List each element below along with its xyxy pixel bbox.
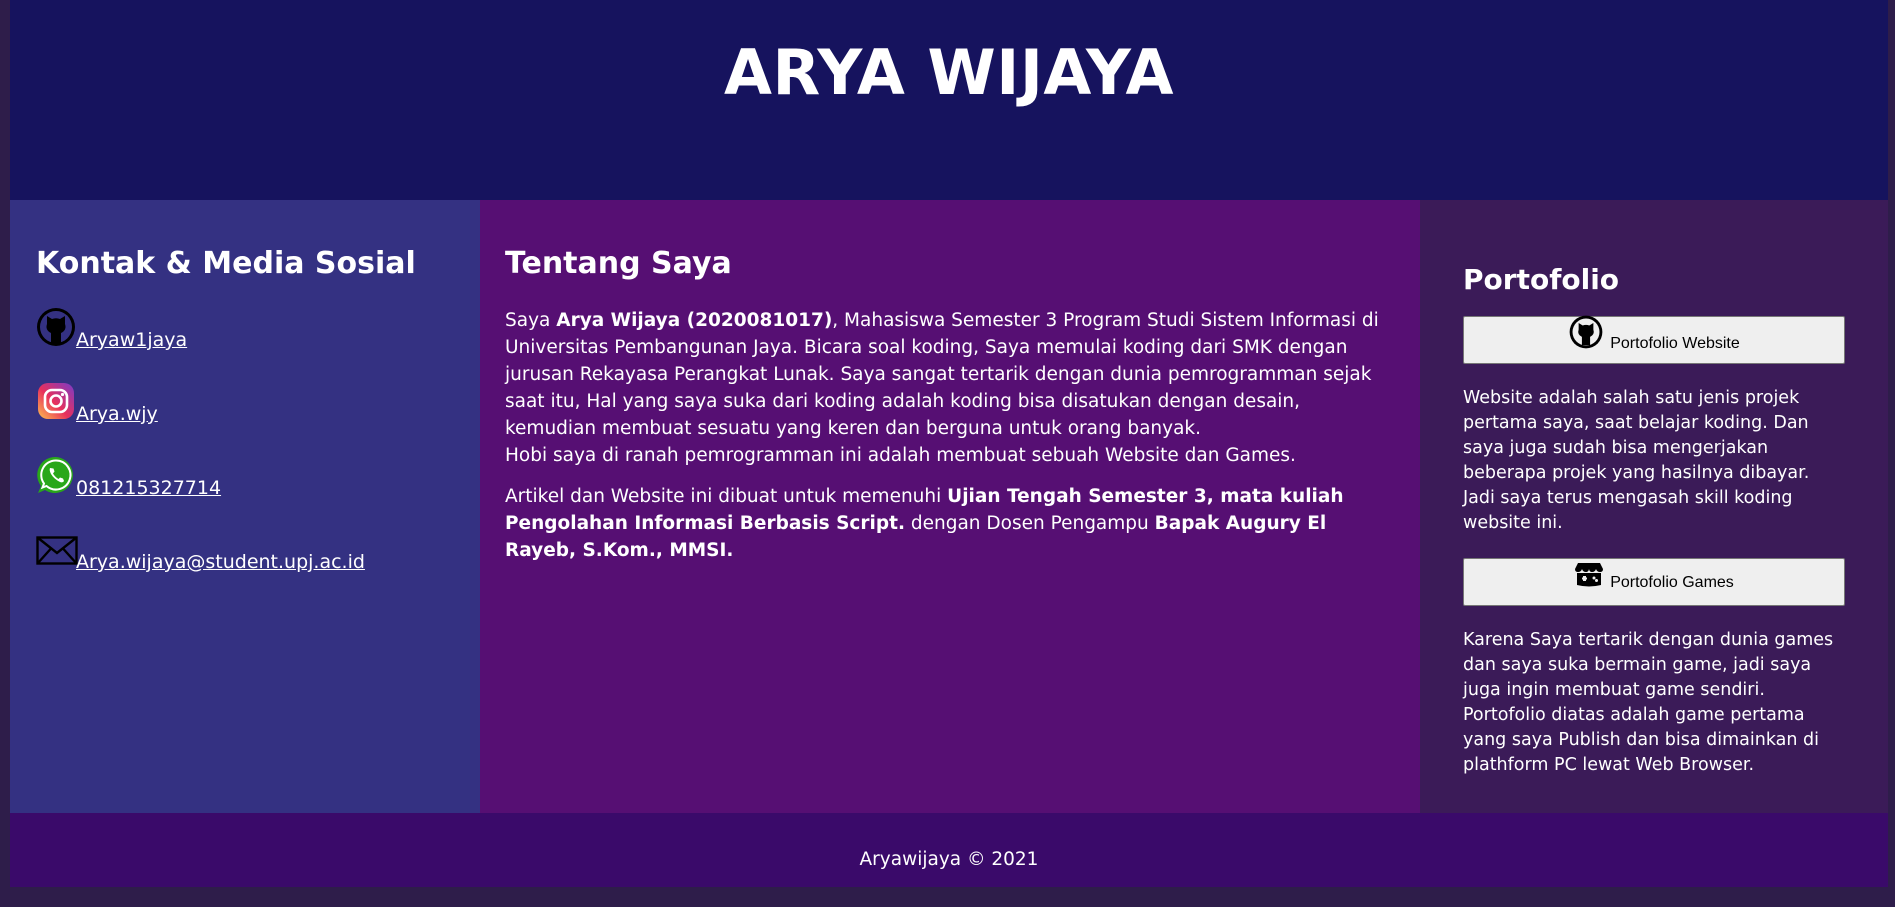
portfolio-games-label: Portofolio Games — [1610, 573, 1734, 591]
portfolio-website-desc: Website adalah salah satu jenis projek p… — [1463, 388, 1810, 533]
about-paragraph-1: Saya Arya Wijaya (2020081017), Mahasiswa… — [505, 307, 1395, 469]
contact-section: Kontak & Media Sosial Aryaw1jaya Arya.wj… — [10, 200, 480, 813]
about-text: dengan Dosen Pengampu — [904, 513, 1155, 534]
about-hobby-text: Hobi saya di ranah pemrogramman ini adal… — [505, 445, 1296, 466]
contact-item-whatsapp: 081215327714 — [36, 455, 454, 529]
github-link[interactable]: Aryaw1jaya — [76, 329, 187, 351]
itchio-icon — [1574, 559, 1604, 594]
contact-item-github: Aryaw1jaya — [36, 307, 454, 381]
portfolio-section: Portofolio Portofolio Website Website ad… — [1420, 200, 1888, 813]
footer-copyright: Aryawijaya © 2021 — [859, 849, 1039, 870]
mail-icon — [36, 529, 80, 573]
portfolio-games-desc: Karena Saya tertarik dengan dunia games … — [1463, 630, 1834, 775]
about-name: Arya Wijaya (2020081017) — [556, 310, 833, 331]
site-header: ARYA WIJAYA — [10, 0, 1888, 200]
about-section: Tentang Saya Saya Arya Wijaya (202008101… — [480, 200, 1420, 813]
page: ARYA WIJAYA Kontak & Media Sosial Aryaw1… — [10, 0, 1888, 887]
portfolio-heading: Portofolio — [1463, 263, 1620, 296]
site-footer: Aryawijaya © 2021 — [10, 813, 1888, 887]
contact-item-email: Arya.wijaya@student.upj.ac.id — [36, 529, 454, 603]
contact-item-instagram: Arya.wjy — [36, 381, 454, 455]
contact-heading: Kontak & Media Sosial — [36, 246, 416, 281]
about-text: Artikel dan Website ini dibuat untuk mem… — [505, 486, 948, 507]
github-icon — [36, 307, 80, 351]
about-text: Saya — [505, 310, 557, 331]
whatsapp-link[interactable]: 081215327714 — [76, 477, 221, 499]
portfolio-website-label: Portofolio Website — [1610, 334, 1740, 352]
whatsapp-icon — [36, 455, 80, 499]
instagram-icon — [36, 381, 80, 425]
about-heading: Tentang Saya — [505, 246, 732, 281]
github-icon — [1568, 314, 1604, 355]
about-paragraph-2: Artikel dan Website ini dibuat untuk mem… — [505, 483, 1395, 564]
site-title: ARYA WIJAYA — [724, 36, 1174, 109]
portfolio-website-button[interactable]: Portofolio Website — [1463, 314, 1845, 364]
instagram-link[interactable]: Arya.wjy — [76, 403, 158, 425]
portfolio-games-button[interactable]: Portofolio Games — [1463, 558, 1845, 606]
email-link[interactable]: Arya.wijaya@student.upj.ac.id — [76, 551, 365, 573]
